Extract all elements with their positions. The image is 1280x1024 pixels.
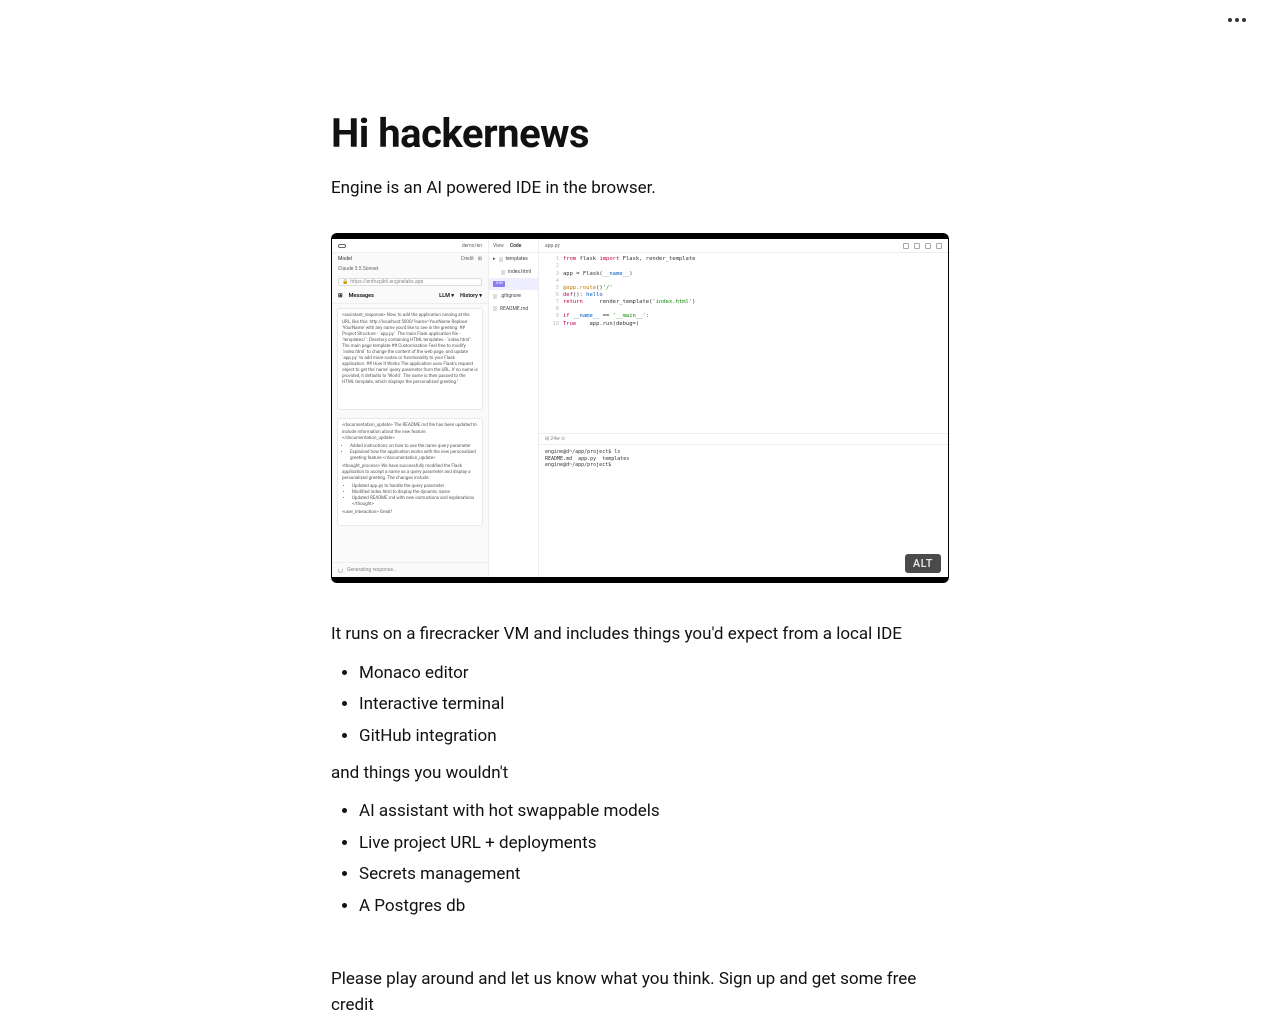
file-env: .env — [489, 278, 538, 290]
terminal-output: engine@d~/app/project$ ls README.md app.… — [539, 445, 948, 577]
tab-llm: LLM ▾ — [439, 293, 454, 300]
feature-list-2: AI assistant with hot swappable models L… — [331, 796, 949, 922]
list-item: Monaco editor — [359, 658, 949, 689]
list-item: Interactive terminal — [359, 689, 949, 720]
url-bar: 🔒https://enthspjkti.enginelabs.app — [338, 278, 482, 286]
project-name-label: demo/en — [462, 243, 482, 250]
ide-screenshot: demo/en Model Credit ⊞ Claude 3.5 Sonnet — [331, 233, 949, 583]
folder-templates: ▸templates — [489, 253, 538, 266]
generating-status: Generating response... — [332, 562, 488, 578]
model-label: Model — [338, 256, 352, 263]
app-logo-icon — [338, 244, 346, 248]
ellipsis-icon — [1228, 18, 1232, 22]
list-item: AI assistant with hot swappable models — [359, 796, 949, 827]
menu-button[interactable] — [1224, 14, 1250, 26]
file-readme: README.md — [489, 303, 538, 316]
alt-badge[interactable]: ALT — [905, 554, 941, 573]
model-value: Claude 3.5 Sonnet — [338, 266, 378, 273]
code-tab: Code — [510, 243, 522, 250]
paragraph-3: and things you wouldn't — [331, 760, 949, 786]
file-index-html: index.html — [489, 266, 538, 279]
editor-tab-filename: app.py — [545, 243, 560, 250]
tab-history: History ▾ — [460, 293, 482, 300]
assistant-message-2: <documentation_update> The README.md fil… — [337, 418, 483, 526]
credit-label: Credit — [461, 256, 474, 263]
main-scroll[interactable]: Hi hackernews Engine is an AI powered ID… — [0, 40, 1280, 1024]
list-item: A Postgres db — [359, 891, 949, 922]
file-gitignore: .gitignore — [489, 290, 538, 303]
assistant-message-1: <assistant_response> Now, to add the app… — [337, 308, 483, 410]
expand-icon — [936, 243, 942, 249]
intro-paragraph: Engine is an AI powered IDE in the brows… — [331, 175, 949, 201]
view-label: View — [493, 243, 504, 250]
layout-icon — [903, 243, 909, 249]
list-item: GitHub integration — [359, 721, 949, 752]
terminal-divider: ⊞ 24w ⊙ — [539, 433, 948, 445]
list-item: Live project URL + deployments — [359, 828, 949, 859]
settings-icon — [914, 243, 920, 249]
tab-messages: Messages — [349, 293, 374, 300]
paragraph-4: Please play around and let us know what … — [331, 966, 949, 1019]
feature-list-1: Monaco editor Interactive terminal GitHu… — [331, 658, 949, 752]
spinner-icon — [338, 568, 343, 573]
code-editor: 1 2 3 4 5 6 7 8 9 10 from flask import F… — [539, 253, 948, 433]
page-title: Hi hackernews — [331, 110, 949, 157]
refresh-icon — [925, 243, 931, 249]
paragraph-2: It runs on a firecracker VM and includes… — [331, 621, 949, 647]
list-item: Secrets management — [359, 859, 949, 890]
